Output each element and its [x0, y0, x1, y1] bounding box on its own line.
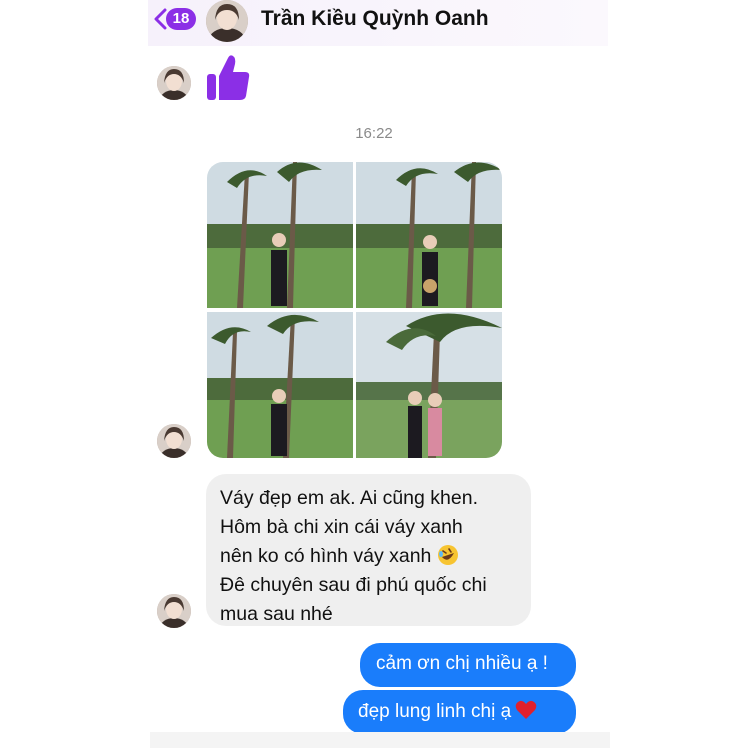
sender-avatar[interactable]	[157, 424, 191, 458]
incoming-message-bubble[interactable]: Váy đẹp em ak. Ai cũng khen. Hôm bà chi …	[206, 474, 531, 626]
thumbs-up-icon	[207, 55, 250, 100]
message-line-with-emoji: nên ko có hình váy xanh	[220, 542, 517, 571]
contact-name[interactable]: Trần Kiều Quỳnh Oanh	[261, 7, 489, 31]
shared-photo-2[interactable]	[356, 162, 502, 308]
rolling-laughing-emoji-icon	[437, 545, 458, 565]
outgoing-message-bubble[interactable]: đẹp lung linh chị ạ	[343, 690, 576, 734]
shared-photo-1[interactable]	[207, 162, 353, 308]
message-line: nên ko có hình váy xanh	[220, 545, 432, 567]
sender-avatar[interactable]	[157, 594, 191, 628]
message-line: Váy đẹp em ak. Ai cũng khen.	[220, 487, 478, 509]
shared-photo-4[interactable]	[356, 312, 502, 458]
contact-avatar[interactable]	[206, 0, 248, 42]
outgoing-message-bubble[interactable]: cảm ơn chị nhiều ạ !	[360, 643, 576, 687]
outgoing-message-text: đẹp lung linh chị ạ	[358, 701, 512, 722]
composer-edge	[150, 732, 610, 748]
unread-count-badge[interactable]: 18	[166, 8, 196, 30]
message-line: Đê chuyên sau đi phú quốc chi	[220, 574, 487, 596]
message-timestamp: 16:22	[355, 125, 393, 142]
sender-avatar[interactable]	[157, 66, 191, 100]
outgoing-message-text: cảm ơn chị nhiều ạ !	[376, 653, 548, 674]
red-heart-icon	[515, 700, 537, 719]
message-line: Hôm bà chi xin cái váy xanh	[220, 516, 463, 538]
message-line: mua sau nhé	[220, 603, 333, 625]
shared-photo-3[interactable]	[207, 312, 353, 458]
